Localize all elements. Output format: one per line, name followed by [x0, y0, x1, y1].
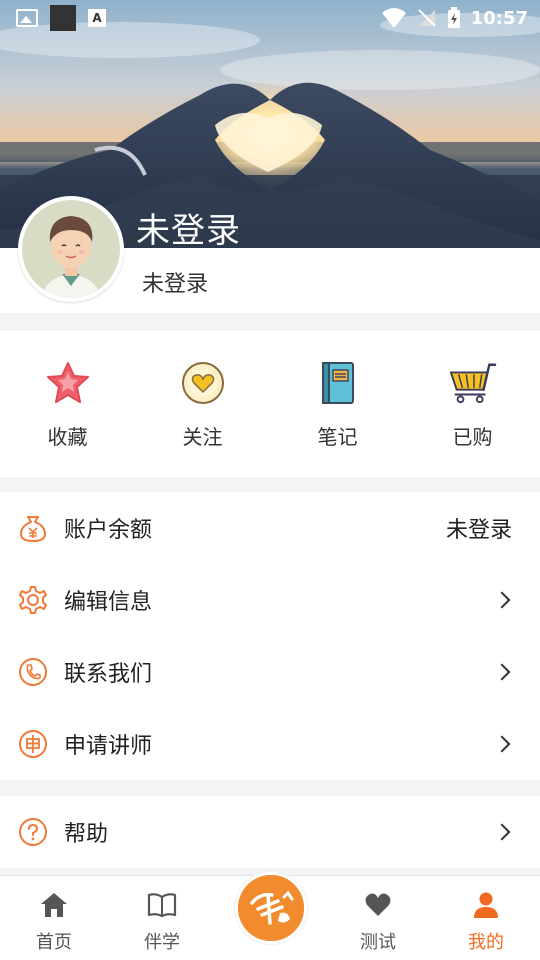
- menu-list: 账户余额 未登录 编辑信息 联系我们 申请讲师: [0, 492, 540, 780]
- menu-row-contact[interactable]: 联系我们: [0, 636, 540, 708]
- menu-label: 编辑信息: [64, 590, 153, 615]
- gear-icon: [18, 585, 48, 615]
- logo-icon: [238, 875, 304, 941]
- banner-username[interactable]: 未登录: [136, 203, 241, 252]
- menu-label: 申请讲师: [64, 734, 153, 759]
- a-notification-icon: A: [88, 9, 106, 27]
- nav-label: 我的: [468, 932, 504, 953]
- quick-label: 收藏: [47, 425, 88, 449]
- nav-center[interactable]: [216, 872, 324, 960]
- image-notification-icon: [16, 9, 38, 27]
- menu-list-help: 帮助: [0, 796, 540, 868]
- center-logo-button[interactable]: [235, 872, 307, 944]
- nav-label: 首页: [36, 932, 72, 953]
- nav-mine[interactable]: 我的: [432, 876, 540, 960]
- avatar[interactable]: [18, 196, 124, 302]
- chevron-right-icon: [493, 591, 511, 609]
- nav-label: 测试: [360, 932, 396, 953]
- phone-icon: [18, 657, 48, 687]
- apply-icon: [18, 729, 48, 759]
- nav-label: 伴学: [144, 932, 180, 953]
- quick-item-notes[interactable]: 笔记: [270, 331, 405, 477]
- app-notification-icon: [50, 5, 76, 31]
- money-bag-icon: [18, 513, 48, 543]
- quick-item-purchased[interactable]: 已购: [405, 331, 540, 477]
- quick-label: 已购: [452, 425, 493, 449]
- book-icon: [147, 890, 177, 920]
- menu-label: 账户余额: [64, 518, 153, 543]
- menu-row-edit-info[interactable]: 编辑信息: [0, 564, 540, 636]
- person-icon: [471, 890, 501, 920]
- quick-item-following[interactable]: 关注: [135, 331, 270, 477]
- menu-label: 联系我们: [64, 662, 153, 687]
- star-icon: [44, 359, 92, 407]
- status-time: 10:57: [470, 7, 528, 29]
- notebook-icon: [314, 359, 362, 407]
- quick-label: 笔记: [317, 425, 358, 449]
- nav-study[interactable]: 伴学: [108, 876, 216, 960]
- nav-test[interactable]: 测试: [324, 876, 432, 960]
- avatar-image: [22, 200, 120, 298]
- profile-username[interactable]: 未登录: [142, 266, 208, 298]
- bottom-nav: 首页 伴学 测试 我的: [0, 872, 540, 960]
- home-icon: [39, 890, 69, 920]
- menu-label: 帮助: [64, 822, 109, 847]
- menu-row-help[interactable]: 帮助: [0, 796, 540, 868]
- chevron-right-icon: [493, 823, 511, 841]
- quick-item-favorites[interactable]: 收藏: [0, 331, 135, 477]
- battery-icon: [447, 7, 460, 28]
- status-bar: A 10:57: [0, 0, 540, 36]
- menu-row-apply-lecturer[interactable]: 申请讲师: [0, 708, 540, 780]
- quick-actions: 收藏 关注 笔记 已购: [0, 331, 540, 477]
- chevron-right-icon: [493, 735, 511, 753]
- no-signal-icon: [417, 9, 436, 27]
- cart-icon: [449, 359, 497, 407]
- help-icon: [18, 817, 48, 847]
- heart-badge-icon: [179, 359, 227, 407]
- wifi-icon: [381, 8, 406, 28]
- nav-home[interactable]: 首页: [0, 876, 108, 960]
- quick-label: 关注: [182, 425, 223, 449]
- menu-row-balance[interactable]: 账户余额 未登录: [0, 492, 540, 564]
- balance-value: 未登录: [445, 518, 512, 543]
- heart-icon: [363, 890, 393, 920]
- chevron-right-icon: [493, 663, 511, 681]
